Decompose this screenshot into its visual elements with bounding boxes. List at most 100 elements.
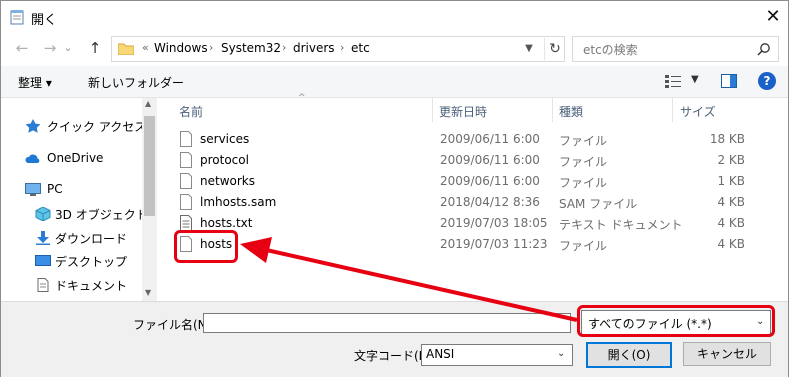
file-type: ファイル: [559, 239, 608, 253]
breadcrumb-drivers[interactable]: drivers: [293, 41, 335, 55]
navigation-pane: クイック アクセス OneDrive PC 3D オブジェクト ダウンロード デ…: [1, 98, 157, 301]
file-icon: [180, 173, 192, 189]
chevron-down-icon: ⌄: [557, 348, 566, 359]
sidebar-item-label: 3D オブジェクト: [55, 208, 148, 222]
file-row[interactable]: hosts.txt 2019/07/03 18:05 テキスト ドキュメント 4…: [171, 213, 771, 234]
file-size: 1 KB: [717, 174, 745, 188]
file-size: 4 KB: [717, 195, 745, 209]
address-dropdown-button[interactable]: ▼: [519, 39, 539, 59]
breadcrumb-windows[interactable]: Windows: [154, 41, 208, 55]
column-header-modified[interactable]: 更新日時: [439, 103, 487, 127]
preview-pane-icon[interactable]: [721, 74, 737, 88]
file-modified: 2019/07/03 11:23: [440, 237, 548, 251]
file-row[interactable]: services 2009/06/11 6:00 ファイル 18 KB: [171, 129, 771, 150]
sidebar-item-documents[interactable]: ドキュメント: [1, 274, 141, 296]
file-row[interactable]: networks 2009/06/11 6:00 ファイル 1 KB: [171, 171, 771, 192]
organize-button[interactable]: 整理 ▾: [18, 74, 52, 91]
file-type: テキスト ドキュメント: [559, 218, 683, 232]
file-modified: 2009/06/11 6:00: [440, 174, 540, 188]
search-placeholder: etcの検索: [583, 43, 638, 57]
scroll-down-arrow[interactable]: ▼: [145, 288, 151, 297]
notepad-icon: [10, 10, 24, 25]
refresh-button[interactable]: ↻: [544, 38, 565, 60]
sidebar-item-3d-objects[interactable]: 3D オブジェクト: [1, 203, 148, 225]
file-name: protocol: [200, 153, 249, 167]
filename-input[interactable]: [203, 313, 571, 333]
file-modified: 2009/06/11 6:00: [440, 153, 540, 167]
file-type: ファイル: [559, 134, 608, 148]
breadcrumb-overflow[interactable]: «: [142, 41, 149, 54]
file-row[interactable]: lmhosts.sam 2018/04/12 8:36 SAM ファイル 4 K…: [171, 192, 771, 213]
sidebar-item-label: PC: [47, 182, 63, 196]
desktop-icon: [35, 255, 51, 266]
cancel-button[interactable]: キャンセル: [683, 342, 771, 366]
sidebar-item-label: ドキュメント: [55, 279, 128, 293]
breadcrumb-separator: ›: [282, 41, 287, 54]
file-size: 4 KB: [717, 237, 745, 251]
highlight-box-hosts: [174, 230, 238, 263]
help-icon[interactable]: ?: [758, 72, 776, 90]
sidebar-item-label: デスクトップ: [55, 255, 128, 269]
breadcrumb-separator: ›: [340, 41, 345, 54]
file-type: SAM ファイル: [559, 197, 638, 211]
search-icon[interactable]: [757, 42, 771, 56]
sidebar-item-onedrive[interactable]: OneDrive: [1, 148, 141, 170]
column-header-name[interactable]: 名前: [179, 103, 203, 127]
command-toolbar: 整理 ▾ 新しいフォルダー ▼ ?: [1, 66, 788, 98]
sort-indicator-icon: ^: [298, 93, 306, 103]
view-options-icon[interactable]: [665, 75, 683, 88]
scrollbar-thumb[interactable]: [144, 116, 155, 216]
column-divider[interactable]: [672, 98, 673, 122]
pc-icon: [25, 183, 41, 196]
recent-dropdown-button[interactable]: ⌄: [61, 37, 75, 59]
scroll-up-arrow[interactable]: ▲: [145, 99, 151, 108]
sidebar-item-quick-access[interactable]: クイック アクセス: [1, 115, 146, 137]
sidebar-item-desktop[interactable]: デスクトップ: [1, 250, 141, 272]
file-icon: [180, 131, 192, 147]
file-icon: [180, 194, 192, 210]
file-type: ファイル: [559, 176, 608, 190]
file-size: 4 KB: [717, 216, 745, 230]
file-name: lmhosts.sam: [200, 195, 277, 209]
up-button[interactable]: ↑: [84, 37, 106, 59]
search-box[interactable]: etcの検索: [572, 36, 779, 62]
column-header-type[interactable]: 種類: [559, 103, 583, 127]
column-divider[interactable]: [552, 98, 553, 122]
sidebar-item-label: ダウンロード: [55, 232, 128, 246]
column-header-size[interactable]: サイズ: [680, 103, 716, 127]
encoding-select[interactable]: ANSI ⌄: [421, 344, 573, 366]
sidebar-item-label: OneDrive: [47, 151, 104, 165]
file-icon: [180, 152, 192, 168]
sidebar-item-label: クイック アクセス: [47, 120, 147, 134]
forward-button[interactable]: →: [39, 37, 61, 59]
close-button[interactable]: ✕: [761, 5, 785, 29]
file-size: 2 KB: [717, 153, 745, 167]
breadcrumb-system32[interactable]: System32: [221, 41, 281, 55]
file-modified: 2019/07/03 18:05: [440, 216, 548, 230]
file-row-hosts[interactable]: hosts 2019/07/03 11:23 ファイル 4 KB: [171, 234, 771, 255]
documents-icon: [37, 278, 49, 292]
navigation-scrollbar[interactable]: ▲ ▼: [142, 98, 157, 301]
new-folder-button[interactable]: 新しいフォルダー: [88, 74, 184, 91]
file-name: networks: [200, 174, 255, 188]
file-modified: 2009/06/11 6:00: [440, 132, 540, 146]
breadcrumb-etc[interactable]: etc: [351, 41, 370, 55]
encoding-value: ANSI: [426, 347, 455, 361]
file-name: services: [200, 132, 250, 146]
file-row[interactable]: protocol 2009/06/11 6:00 ファイル 2 KB: [171, 150, 771, 171]
open-button[interactable]: 開く(O): [586, 342, 672, 368]
view-dropdown-icon[interactable]: ▼: [691, 74, 699, 85]
file-modified: 2018/04/12 8:36: [440, 195, 540, 209]
title-bar: 開く ✕: [1, 1, 788, 33]
sidebar-item-pc[interactable]: PC: [1, 179, 141, 201]
folder-icon: [118, 43, 134, 55]
breadcrumb-separator: ›: [209, 41, 214, 54]
column-divider[interactable]: [432, 98, 433, 122]
highlight-box-filetype: [577, 305, 775, 337]
downloads-icon: [36, 231, 50, 245]
file-name: hosts.txt: [200, 216, 253, 230]
sidebar-item-downloads[interactable]: ダウンロード: [1, 227, 141, 249]
3d-objects-icon: [35, 207, 51, 221]
back-button[interactable]: ←: [11, 37, 33, 59]
address-bar[interactable]: « Windows › System32 › drivers › etc ▼ ↻: [111, 36, 565, 62]
